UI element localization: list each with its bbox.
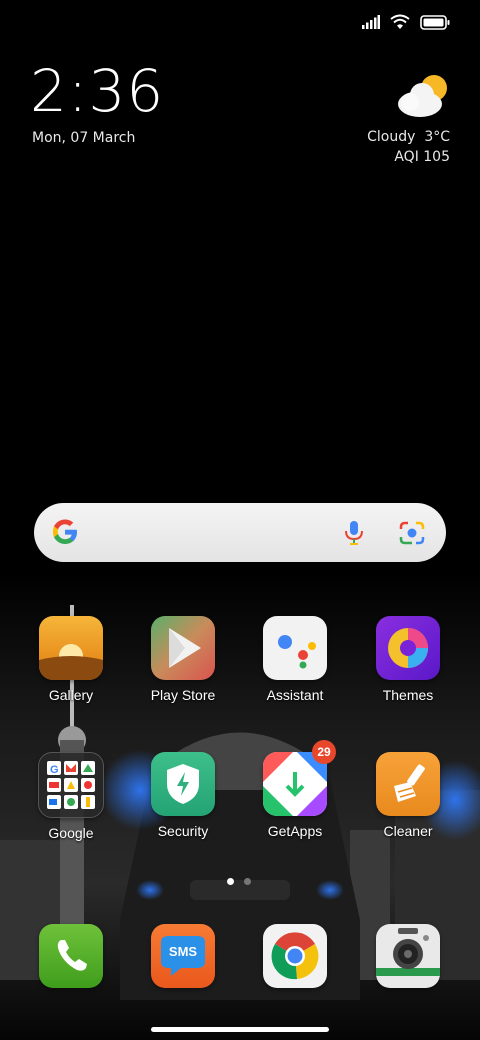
sms-icon-text: SMS — [168, 944, 198, 959]
app-getapps[interactable]: 29 GetApps — [240, 740, 350, 839]
app-label: Gallery — [48, 687, 94, 703]
camera-icon — [376, 924, 440, 988]
app-security[interactable]: Security — [128, 752, 238, 839]
page-dot-1[interactable] — [227, 878, 234, 885]
app-google-folder[interactable]: G Google — [16, 752, 126, 841]
app-label: Cleaner — [383, 823, 433, 839]
partly-cloudy-icon[interactable] — [396, 70, 452, 120]
lens-icon[interactable] — [399, 521, 425, 545]
notification-badge: 29 — [312, 740, 336, 764]
app-cleaner[interactable]: Cleaner — [353, 752, 463, 839]
svg-text:G: G — [50, 764, 59, 776]
status-bar — [362, 14, 450, 30]
dock-chrome[interactable] — [240, 924, 350, 988]
phone-icon — [39, 924, 103, 988]
home-indicator[interactable] — [151, 1027, 329, 1032]
weather-condition[interactable]: Cloudy 3°C — [367, 129, 450, 145]
app-assistant[interactable]: Assistant — [240, 616, 350, 703]
dock-camera[interactable] — [353, 924, 463, 988]
signal-icon — [362, 15, 380, 29]
play-store-icon — [151, 616, 215, 680]
themes-icon — [376, 616, 440, 680]
page-indicator[interactable] — [227, 878, 251, 885]
google-folder-icon: G — [38, 752, 104, 818]
clock-date[interactable]: Mon, 07 March — [32, 130, 135, 146]
mic-icon[interactable] — [342, 520, 366, 546]
app-themes[interactable]: Themes — [353, 616, 463, 703]
app-label: Security — [157, 823, 209, 839]
dock-sms[interactable]: SMS — [128, 924, 238, 988]
google-search-bar[interactable] — [34, 503, 446, 562]
battery-icon — [420, 14, 450, 30]
weather-temperature: 3°C — [424, 129, 450, 145]
app-label: Assistant — [266, 687, 324, 703]
dock-phone[interactable] — [16, 924, 126, 988]
app-label: Play Store — [150, 687, 216, 703]
chrome-icon — [263, 924, 327, 988]
app-label: Google — [48, 825, 94, 841]
sms-icon: SMS — [151, 924, 215, 988]
app-gallery[interactable]: Gallery — [16, 616, 126, 703]
weather-condition-text: Cloudy — [367, 129, 416, 145]
google-logo — [53, 519, 77, 544]
assistant-icon — [263, 616, 327, 680]
wifi-icon — [390, 14, 410, 30]
app-play-store[interactable]: Play Store — [128, 616, 238, 703]
page-dot-2[interactable] — [244, 878, 251, 885]
security-icon — [151, 752, 215, 816]
weather-aqi[interactable]: AQI 105 — [394, 149, 450, 165]
clock-time[interactable]: 2:36 — [30, 62, 164, 120]
app-label: Themes — [382, 687, 434, 703]
cleaner-icon — [376, 752, 440, 816]
app-label: GetApps — [267, 823, 323, 839]
gallery-icon — [39, 616, 103, 680]
